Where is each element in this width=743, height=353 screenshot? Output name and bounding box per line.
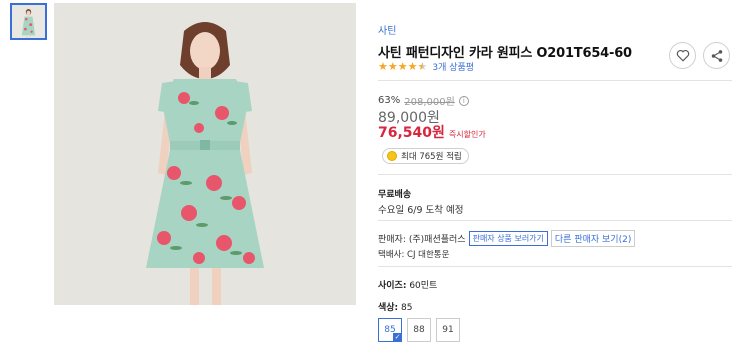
share-button[interactable] bbox=[703, 42, 730, 69]
original-price: 208,000원 bbox=[404, 97, 455, 108]
size-row: 사이즈: 60민트 bbox=[378, 278, 437, 291]
final-price-note: 즉시할인가 bbox=[448, 130, 486, 139]
seller-label: 판매자: bbox=[378, 235, 406, 245]
check-icon: ✓ bbox=[393, 333, 402, 342]
thumbnail-image bbox=[12, 5, 45, 38]
points-text: 최대 765원 적립 bbox=[401, 152, 462, 162]
star-icon: ★ bbox=[387, 60, 398, 73]
courier-info: 택배사: CJ 대한통운 bbox=[378, 250, 450, 260]
points-badge: 최대 765원 적립 bbox=[382, 148, 469, 164]
product-title: 사틴 패턴디자인 카라 원피스 O201T654-60 bbox=[378, 46, 632, 61]
color-row: 색상: 85 bbox=[378, 300, 413, 313]
dress-illustration bbox=[54, 3, 356, 305]
product-info-panel: 사틴 사틴 패턴디자인 카라 원피스 O201T654-60 ★ ★ ★ ★ ★… bbox=[378, 0, 738, 353]
product-main-image bbox=[54, 3, 356, 305]
option-88[interactable]: 88 bbox=[407, 318, 431, 342]
other-sellers-button[interactable]: 다른 판매자 보기(2) bbox=[550, 230, 636, 247]
view-seller-products-button[interactable]: 판매자 상품 보러가기 bbox=[468, 231, 548, 246]
shipping-date: 수요일 6/9 도착 예정 bbox=[378, 205, 464, 216]
star-icon: ★ bbox=[407, 60, 418, 73]
shipping-label: 무료배송 bbox=[378, 190, 412, 200]
size-label: 사이즈: bbox=[378, 281, 407, 291]
rating-row: ★ ★ ★ ★ ★ 3개 상품평 bbox=[378, 60, 474, 73]
option-list: 85 ✓ 88 91 bbox=[378, 318, 460, 342]
color-value: 85 bbox=[401, 303, 413, 313]
option-label: 88 bbox=[413, 325, 425, 335]
option-85[interactable]: 85 ✓ bbox=[378, 318, 402, 342]
star-half-icon: ★ bbox=[417, 60, 428, 73]
divider bbox=[378, 266, 732, 267]
divider bbox=[378, 80, 732, 81]
rating-stars: ★ ★ ★ ★ ★ bbox=[378, 61, 427, 72]
divider bbox=[378, 220, 732, 221]
heart-icon bbox=[676, 49, 689, 62]
seller-name: (주)패션플러스 bbox=[408, 235, 466, 245]
discount-rate: 63% bbox=[378, 95, 401, 106]
final-price-row: 76,540원 즉시할인가 bbox=[378, 122, 486, 142]
product-thumbnail[interactable] bbox=[10, 3, 47, 40]
review-count-link[interactable]: 3개 상품평 bbox=[432, 60, 474, 73]
divider bbox=[378, 174, 732, 175]
brand-link[interactable]: 사틴 bbox=[378, 22, 396, 37]
star-icon: ★ bbox=[378, 60, 388, 73]
seller-row: 판매자: (주)패션플러스 판매자 상품 보러가기 다른 판매자 보기(2) bbox=[378, 230, 636, 247]
option-91[interactable]: 91 bbox=[436, 318, 460, 342]
final-price: 76,540원 bbox=[378, 125, 445, 141]
color-label: 색상: bbox=[378, 303, 399, 313]
info-icon[interactable]: i bbox=[458, 95, 469, 106]
discount-row: 63% 208,000원 i bbox=[378, 93, 469, 108]
share-icon bbox=[711, 49, 722, 62]
option-label: 91 bbox=[442, 325, 454, 335]
coin-icon bbox=[387, 151, 397, 161]
star-icon: ★ bbox=[397, 60, 408, 73]
wishlist-button[interactable] bbox=[669, 42, 696, 69]
size-value: 60민트 bbox=[409, 281, 438, 291]
